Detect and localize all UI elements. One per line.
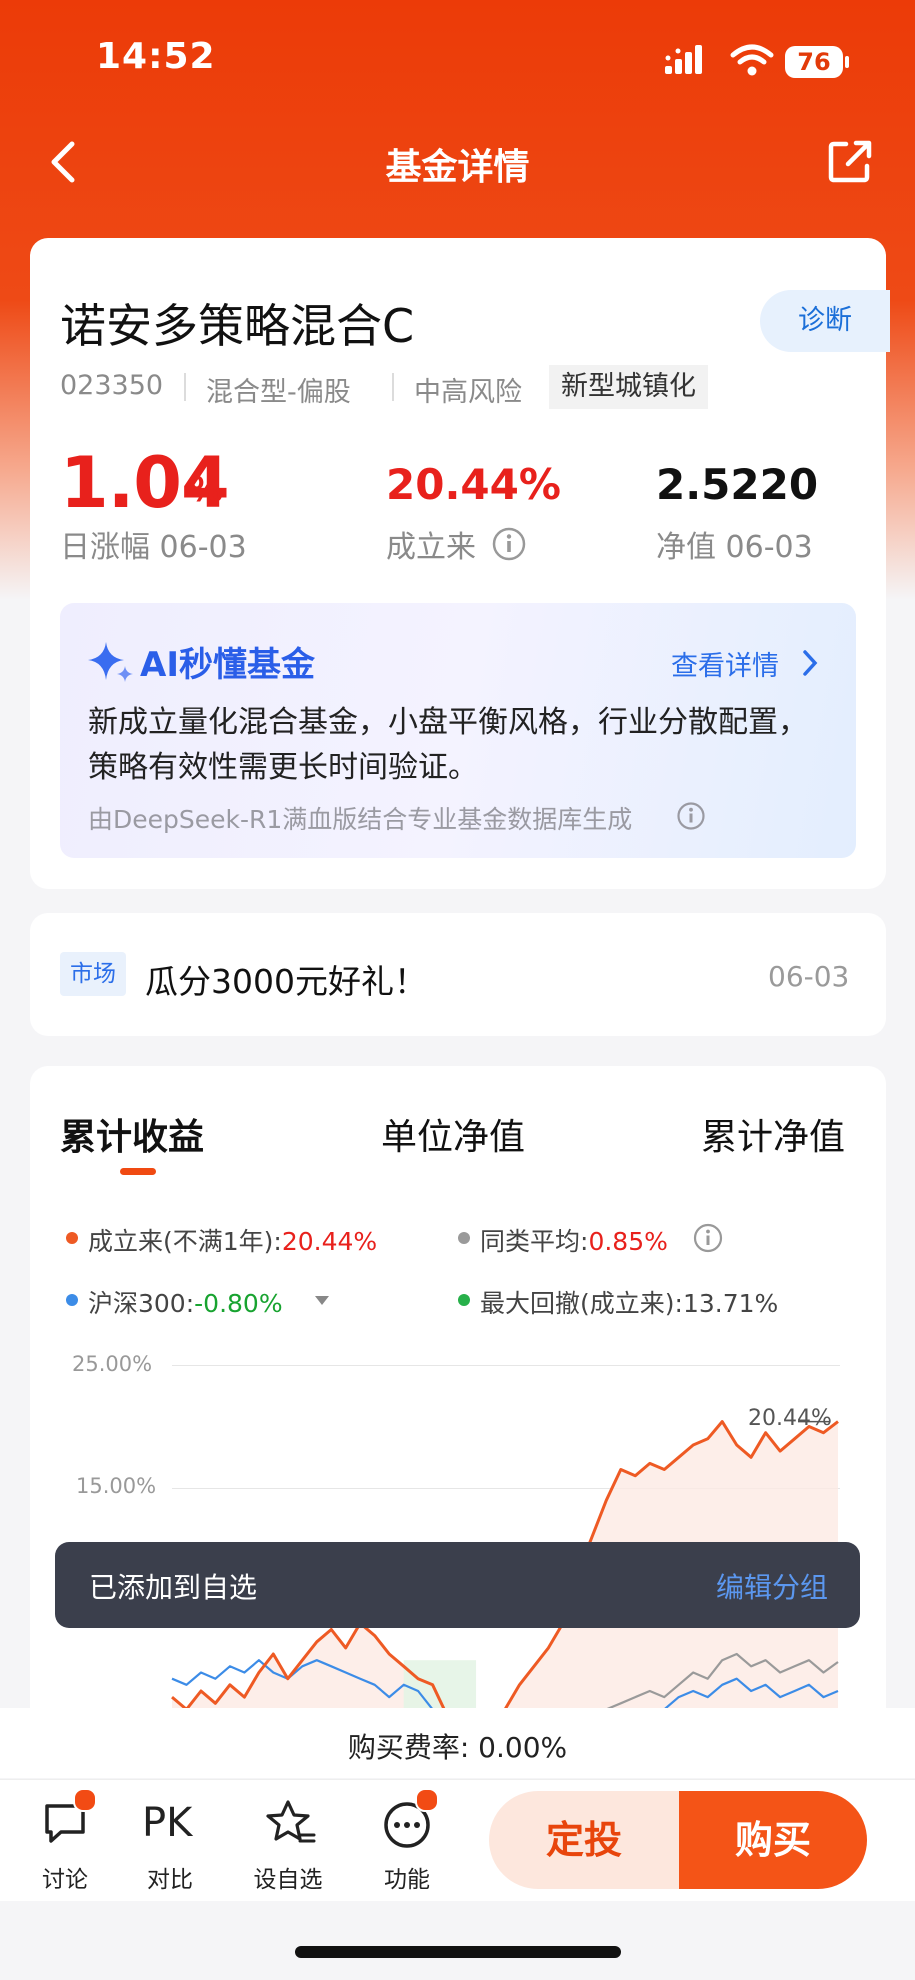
home-indicator bbox=[295, 1946, 621, 1958]
toast-message: 已添加到自选 bbox=[89, 1571, 258, 1604]
compare-label[interactable]: 对比 bbox=[120, 1860, 220, 1894]
auto-invest-button[interactable]: 定投 bbox=[489, 1791, 679, 1889]
purchase-fee: 购买费率: 0.00% bbox=[347, 1731, 568, 1764]
more-label[interactable]: 功能 bbox=[357, 1860, 457, 1894]
peak-label: 20.44% bbox=[748, 1405, 832, 1431]
star-icon[interactable] bbox=[264, 1798, 316, 1848]
notification-badge bbox=[73, 1788, 97, 1812]
notification-badge bbox=[415, 1788, 439, 1812]
toast-edit-group-button[interactable]: 编辑分组 bbox=[716, 1566, 828, 1606]
return-chart[interactable] bbox=[0, 0, 915, 1708]
buy-button[interactable]: 购买 bbox=[679, 1791, 867, 1889]
watchlist-label[interactable]: 设自选 bbox=[238, 1860, 338, 1894]
discuss-label[interactable]: 讨论 bbox=[15, 1860, 115, 1894]
compare-icon[interactable]: PK bbox=[142, 1800, 192, 1846]
